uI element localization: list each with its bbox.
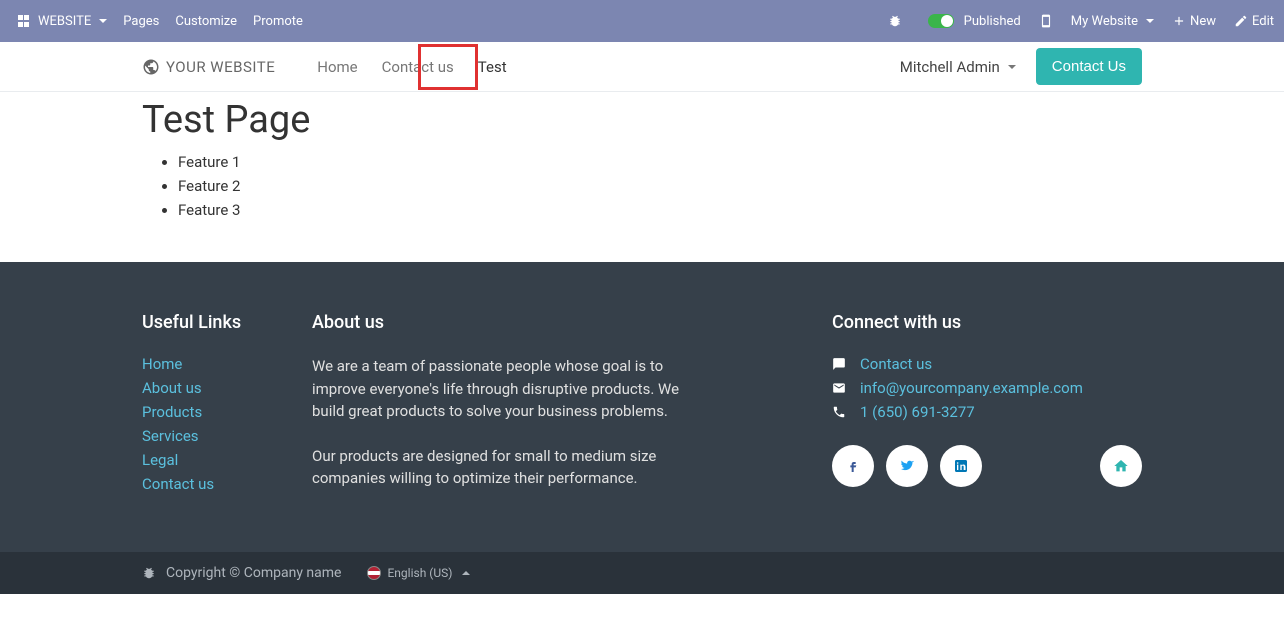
linkedin-icon	[953, 458, 969, 474]
list-item: Feature 1	[178, 150, 1142, 174]
footer-link-products[interactable]: Products	[142, 403, 202, 421]
new-label: New	[1190, 14, 1216, 29]
chat-icon	[832, 357, 846, 371]
twitter-icon	[899, 458, 915, 474]
caret-down-icon	[1146, 19, 1154, 23]
social-twitter[interactable]	[886, 445, 928, 487]
language-label: English (US)	[387, 566, 452, 580]
footer-about-heading: About us	[312, 312, 712, 333]
brand-text: YOUR WEBSITE	[166, 58, 275, 76]
footer-about-p2: Our products are designed for small to m…	[312, 445, 712, 490]
apps-icon	[18, 15, 30, 27]
facebook-icon	[845, 458, 861, 474]
flag-icon	[367, 566, 381, 580]
social-facebook[interactable]	[832, 445, 874, 487]
caret-up-icon	[462, 571, 470, 575]
footer-connect-heading: Connect with us	[832, 312, 1142, 333]
footer-contact-link[interactable]: Contact us	[860, 355, 932, 373]
phone-icon	[832, 405, 846, 419]
mobile-preview[interactable]	[1039, 14, 1053, 28]
globe-icon	[142, 58, 160, 76]
footer-phone-link[interactable]: 1 (650) 691-3277	[860, 403, 975, 421]
footer-connect-col: Connect with us Contact us info@yourcomp…	[832, 312, 1142, 512]
site-header: YOUR WEBSITE Home Contact us Test Mitche…	[0, 42, 1284, 92]
site-switcher-label: My Website	[1071, 14, 1138, 29]
footer-link-about[interactable]: About us	[142, 379, 202, 397]
site-switcher[interactable]: My Website	[1071, 14, 1154, 29]
footer-link-services[interactable]: Services	[142, 427, 199, 445]
nav-test[interactable]: Test	[466, 44, 519, 90]
footer-email-link[interactable]: info@yourcompany.example.com	[860, 379, 1083, 397]
caret-down-icon	[99, 19, 107, 23]
topbar-promote[interactable]: Promote	[245, 14, 311, 29]
contact-us-button[interactable]: Contact Us	[1036, 48, 1142, 85]
topbar-pages[interactable]: Pages	[115, 14, 167, 29]
site-brand[interactable]: YOUR WEBSITE	[142, 58, 275, 76]
footer-link-home[interactable]: Home	[142, 355, 182, 373]
page-title: Test Page	[142, 98, 1142, 142]
feature-list: Feature 1 Feature 2 Feature 3	[142, 150, 1142, 222]
footer-link-contact[interactable]: Contact us	[142, 475, 214, 493]
nav-contact-us[interactable]: Contact us	[370, 44, 466, 90]
page-content: Test Page Feature 1 Feature 2 Feature 3	[142, 92, 1142, 262]
list-item: Feature 2	[178, 174, 1142, 198]
home-icon	[1113, 458, 1129, 474]
bug-icon[interactable]	[880, 14, 910, 28]
edit-button[interactable]: Edit	[1234, 14, 1274, 29]
main-nav: Home Contact us Test	[305, 44, 518, 90]
caret-down-icon	[1008, 65, 1016, 69]
website-menu[interactable]: WEBSITE	[10, 14, 115, 29]
publish-toggle[interactable]: Published	[928, 14, 1021, 29]
social-row	[832, 445, 1142, 487]
footer-link-legal[interactable]: Legal	[142, 451, 178, 469]
topbar-customize[interactable]: Customize	[167, 14, 245, 29]
footer-about-col: About us We are a team of passionate peo…	[312, 312, 712, 512]
social-linkedin[interactable]	[940, 445, 982, 487]
footer-links-col: Useful Links Home About us Products Serv…	[142, 312, 312, 512]
language-switcher[interactable]: English (US)	[367, 566, 470, 580]
copyright-text: Copyright © Company name	[166, 565, 341, 581]
user-name: Mitchell Admin	[900, 58, 1000, 76]
website-menu-label: WEBSITE	[38, 14, 91, 29]
social-home[interactable]	[1100, 445, 1142, 487]
editor-topbar: WEBSITE Pages Customize Promote Publishe…	[0, 0, 1284, 42]
mail-icon	[832, 381, 846, 395]
edit-label: Edit	[1252, 14, 1274, 29]
footer-links-heading: Useful Links	[142, 312, 312, 333]
user-dropdown[interactable]: Mitchell Admin	[900, 58, 1016, 76]
list-item: Feature 3	[178, 198, 1142, 222]
subfooter: Copyright © Company name English (US)	[0, 552, 1284, 594]
new-button[interactable]: New	[1172, 14, 1216, 29]
site-footer: Useful Links Home About us Products Serv…	[0, 262, 1284, 552]
publish-label: Published	[964, 14, 1021, 29]
bug-icon	[142, 566, 156, 580]
footer-about-p1: We are a team of passionate people whose…	[312, 355, 712, 423]
toggle-on-icon	[928, 14, 954, 28]
nav-home[interactable]: Home	[305, 44, 369, 90]
